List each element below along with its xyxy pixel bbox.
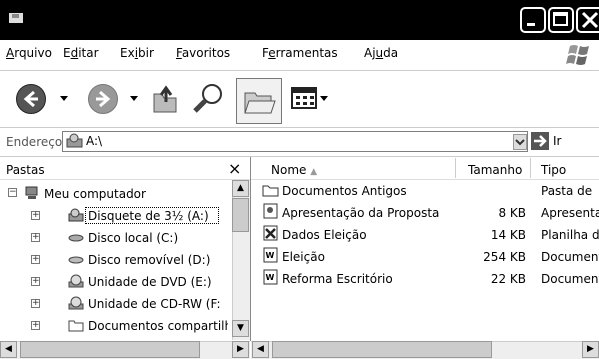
menu-exibir[interactable]: Exibir	[120, 46, 154, 60]
menu-editar[interactable]: Editar	[63, 46, 99, 60]
back-dropdown-icon[interactable]	[60, 96, 68, 101]
views-dropdown-icon[interactable]	[320, 96, 328, 101]
tree-item-dvd[interactable]: Unidade de DVD (E:)	[88, 275, 212, 289]
menu-ajuda[interactable]: Ajuda	[364, 46, 398, 60]
tree-expander[interactable]: +	[31, 321, 40, 330]
tree-item-disco-local[interactable]: Disco local (C:)	[88, 231, 178, 245]
word-document-icon: W	[263, 269, 278, 285]
forward-arrow-icon	[96, 90, 111, 108]
tree-item-disquete[interactable]: Disquete de 3½ (A:)	[88, 209, 209, 223]
floppy-drive-icon	[68, 208, 84, 222]
back-button[interactable]	[16, 84, 46, 114]
scroll-left-button[interactable]: ◀	[252, 341, 269, 358]
spreadsheet-file-icon	[263, 225, 278, 241]
tree-item-meu-computador[interactable]: Meu computador	[44, 187, 146, 201]
back-arrow-icon	[23, 90, 38, 108]
word-document-icon: W	[263, 247, 278, 263]
search-icon[interactable]	[190, 80, 228, 118]
folders-pane-title: Pastas	[6, 163, 45, 177]
address-label: Endereço	[6, 135, 63, 149]
arrow-right-icon	[534, 135, 547, 147]
hard-disk-icon	[68, 234, 84, 242]
column-divider[interactable]	[455, 158, 456, 178]
removable-disk-icon	[68, 256, 84, 264]
window-title: Disquete de 3½ (A:)	[30, 11, 189, 27]
address-dropdown-button[interactable]	[513, 134, 527, 150]
list-item-name[interactable]: Apresentação da Proposta	[282, 206, 439, 220]
list-item-name[interactable]: Reforma Escritório	[282, 272, 393, 286]
shared-folder-icon	[68, 320, 84, 332]
list-item-name[interactable]: Dados Eleição	[282, 228, 367, 242]
minimize-icon	[527, 23, 535, 26]
scroll-down-button[interactable]: ▼	[232, 320, 249, 337]
tree-expander[interactable]: +	[31, 211, 40, 220]
scroll-right-button[interactable]: ▶	[232, 341, 249, 358]
column-divider[interactable]	[530, 158, 531, 178]
forward-dropdown-icon[interactable]	[130, 96, 138, 101]
scroll-thumb[interactable]	[272, 341, 492, 358]
up-folder-icon[interactable]	[150, 82, 184, 116]
column-size[interactable]: Tamanho	[468, 163, 522, 177]
list-item-type: Pasta de	[541, 184, 593, 198]
folders-pane	[0, 157, 251, 341]
close-icon	[581, 11, 599, 29]
column-type[interactable]: Tipo	[541, 163, 566, 177]
tree-item-cdrw[interactable]: Unidade de CD-RW (F:	[88, 297, 221, 311]
presentation-file-icon	[263, 203, 278, 219]
go-button[interactable]	[531, 132, 549, 150]
column-name[interactable]: Nome ▲	[271, 163, 317, 177]
address-value: A:\	[86, 134, 103, 148]
list-item-size: 14 KB	[490, 228, 526, 242]
folder-icon	[262, 185, 279, 197]
list-item-type: Apresenta	[541, 206, 599, 220]
tree-expander[interactable]: +	[31, 277, 40, 286]
list-item-size: 22 KB	[490, 272, 526, 286]
maximize-button[interactable]	[548, 7, 574, 33]
views-icon[interactable]	[290, 86, 320, 112]
list-item-name[interactable]: Eleição	[282, 250, 325, 264]
list-item-size: 254 KB	[483, 250, 526, 264]
menu-favoritos[interactable]: Favoritos	[176, 46, 230, 60]
forward-button[interactable]	[88, 84, 118, 114]
list-item-type: Document	[541, 250, 599, 264]
tree-expander[interactable]: +	[31, 299, 40, 308]
scroll-thumb[interactable]	[20, 341, 200, 358]
windows-logo-icon	[566, 45, 589, 65]
folders-icon	[244, 92, 276, 114]
menu-arquivo[interactable]: Arquivo	[6, 46, 52, 60]
scroll-left-button[interactable]: ◀	[0, 341, 17, 358]
scroll-thumb[interactable]	[232, 198, 249, 232]
tree-item-documentos-compartilhados[interactable]: Documentos compartilh	[88, 319, 228, 333]
svg-text:W: W	[266, 251, 275, 260]
go-label[interactable]: Ir	[553, 134, 561, 148]
cdrw-drive-icon	[68, 296, 84, 310]
address-input[interactable]	[62, 131, 528, 152]
floppy-window-icon	[9, 13, 23, 23]
close-button[interactable]	[576, 7, 599, 33]
sort-ascending-icon: ▲	[310, 167, 318, 177]
maximize-icon	[553, 12, 568, 26]
svg-text:W: W	[266, 273, 275, 282]
folders-pane-close-button[interactable]: ×	[228, 159, 241, 178]
menu-ferramentas[interactable]: Ferramentas	[262, 46, 338, 60]
folders-toggle-button[interactable]	[236, 78, 282, 124]
dvd-drive-icon	[68, 274, 84, 288]
tree-expander[interactable]: +	[31, 255, 40, 264]
list-item-name[interactable]: Documentos Antigos	[282, 184, 407, 198]
tree-item-disco-removivel[interactable]: Disco removível (D:)	[88, 253, 210, 267]
minimize-button[interactable]	[520, 7, 546, 33]
floppy-drive-icon	[66, 133, 83, 148]
list-item-size: 8 KB	[498, 206, 526, 220]
chevron-down-icon	[515, 139, 525, 146]
scroll-up-button[interactable]: ▲	[232, 180, 249, 197]
tree-expander[interactable]: −	[8, 188, 17, 197]
tree-expander[interactable]: +	[31, 233, 40, 242]
list-item-type: Document	[541, 272, 599, 286]
list-item-type: Planilha d	[541, 228, 599, 242]
computer-icon	[25, 186, 38, 199]
scroll-right-button[interactable]: ▶	[582, 341, 599, 358]
